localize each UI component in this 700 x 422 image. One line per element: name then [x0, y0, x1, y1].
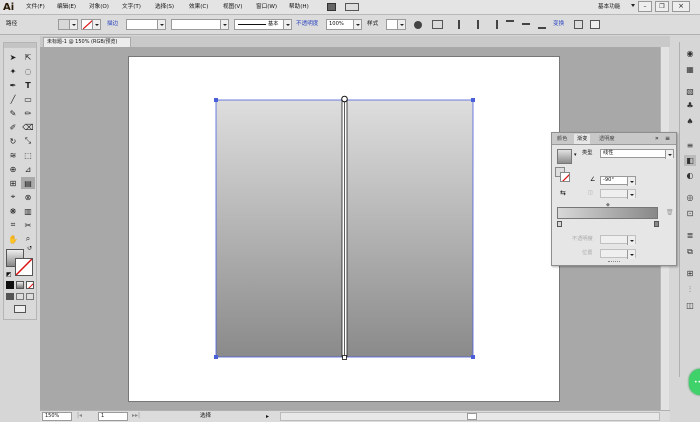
- color-guide-icon[interactable]: ◉: [684, 48, 696, 59]
- shape-builder-icon[interactable]: ⊕: [6, 163, 20, 175]
- pen-icon[interactable]: ✒: [6, 79, 20, 91]
- aspect-field[interactable]: [600, 189, 636, 199]
- panel-options-icon[interactable]: ≡: [665, 135, 670, 142]
- gradient-rectangle-right[interactable]: [344, 99, 474, 358]
- tools-panel-grip[interactable]: [4, 43, 36, 48]
- eraser-icon[interactable]: ⌫: [21, 121, 35, 133]
- free-transform-icon[interactable]: ⬚: [21, 149, 35, 161]
- color-mode-icon[interactable]: [6, 281, 14, 289]
- location-label: 位置: [582, 250, 593, 256]
- pencil-icon[interactable]: ✏: [21, 107, 35, 119]
- eyedropper-icon[interactable]: ⌖: [6, 191, 20, 203]
- align-icon[interactable]: ⫶: [684, 284, 696, 295]
- left-color-stop[interactable]: [557, 221, 562, 227]
- aspect-icon: ◫: [588, 190, 593, 196]
- swap-colors-icon[interactable]: ↺: [27, 245, 32, 252]
- artboard-icon[interactable]: ⌗: [6, 219, 20, 231]
- zoom-field[interactable]: 150%: [42, 412, 72, 421]
- slice-icon[interactable]: ✂: [21, 219, 35, 231]
- line-icon[interactable]: ╱: [6, 93, 20, 105]
- blend-icon[interactable]: ⊗: [21, 191, 35, 203]
- appearance-icon[interactable]: ◎: [684, 192, 696, 203]
- gradient-rectangle-left[interactable]: [215, 99, 345, 358]
- status-bar: 150% |◂ 1 ▸▸| 选择 ▸: [40, 410, 670, 422]
- gradient-icon[interactable]: ▤: [21, 177, 35, 189]
- right-color-stop[interactable]: [654, 221, 659, 227]
- magic-wand-icon[interactable]: ✦: [6, 65, 20, 77]
- warp-icon[interactable]: ≋: [6, 149, 20, 161]
- panel-resize-grip[interactable]: [608, 261, 620, 264]
- screen-mode-icon[interactable]: [14, 305, 26, 313]
- default-colors-icon[interactable]: ◩: [6, 271, 12, 278]
- perspective-icon[interactable]: ⊿: [21, 163, 35, 175]
- floating-assistant-button[interactable]: •••: [689, 369, 700, 395]
- tab-gradient[interactable]: 渐变: [574, 134, 591, 144]
- gradient-panel-icon[interactable]: ◧: [684, 155, 696, 166]
- tab-transparency[interactable]: 透明度: [596, 134, 618, 144]
- draw-behind-icon[interactable]: [16, 293, 24, 300]
- column-graph-icon[interactable]: ▥: [21, 205, 35, 217]
- type-icon[interactable]: T: [21, 79, 35, 91]
- graphic-styles-icon[interactable]: ♠: [684, 116, 696, 127]
- selection-icon[interactable]: ➤: [6, 51, 20, 63]
- paintbrush-icon[interactable]: ✎: [6, 107, 20, 119]
- midpoint-diamond-icon[interactable]: ◆: [606, 202, 610, 208]
- direct-selection-icon[interactable]: ⇱: [21, 51, 35, 63]
- status-menu-icon[interactable]: ▸: [266, 413, 269, 420]
- reverse-gradient-icon[interactable]: ⇆: [560, 189, 566, 197]
- symbols-icon[interactable]: ♣: [684, 100, 696, 111]
- swatches-icon[interactable]: ▦: [684, 64, 696, 75]
- angle-icon: ∠: [590, 176, 596, 183]
- pathfinder-icon[interactable]: ◫: [684, 300, 696, 311]
- gradient-panel-header: 颜色 渐变 透明度 » ≡: [552, 133, 676, 145]
- none-mode-icon[interactable]: [26, 281, 34, 289]
- stroke-indicator-none-icon[interactable]: [560, 172, 570, 182]
- zoom-icon[interactable]: ⌕: [21, 233, 35, 245]
- graphic-style-panel-icon[interactable]: ⊡: [684, 208, 696, 219]
- brushes-icon[interactable]: ▧: [684, 86, 696, 97]
- opacity-label: 不透明度: [572, 236, 593, 242]
- gradient-panel: 颜色 渐变 透明度 » ≡ ▾ 类型 线性 ∠ -90° ⇆ ◫ ◆ 🗑 不透明…: [551, 132, 677, 266]
- symbol-sprayer-icon[interactable]: ❋: [6, 205, 20, 217]
- panel-dock: ◉ ▦ ▧ ♣ ♠ ≡ ◧ ◐ ◎ ⊡ ≣ ⧉ ⊞ ⫶ ◫: [679, 42, 700, 377]
- tab-color[interactable]: 颜色: [554, 134, 570, 144]
- gradient-mode-icon[interactable]: [16, 281, 24, 289]
- gradient-slider[interactable]: [557, 207, 658, 219]
- artboard-number-field[interactable]: 1: [98, 412, 128, 421]
- scale-icon[interactable]: ⤡: [21, 135, 35, 147]
- tools-panel: ➤ ⇱ ✦ ◌ ✒ T ╱ ▭ ✎ ✏ ✐ ⌫ ↻ ⤡ ≋ ⬚ ⊕ ⊿ ⊞ ▤ …: [3, 42, 37, 320]
- transparency-icon[interactable]: ◐: [684, 170, 696, 181]
- first-artboard-icon[interactable]: |◂: [77, 412, 82, 419]
- angle-field[interactable]: -90°: [600, 176, 636, 186]
- type-label: 类型: [582, 150, 593, 156]
- horizontal-scrollbar[interactable]: [280, 412, 660, 421]
- transform-icon[interactable]: ⊞: [684, 268, 696, 279]
- rotate-icon[interactable]: ↻: [6, 135, 20, 147]
- more-dots-icon: •••: [694, 379, 700, 386]
- lasso-icon[interactable]: ◌: [21, 65, 35, 77]
- blob-brush-icon[interactable]: ✐: [6, 121, 20, 133]
- stop-location-field[interactable]: [600, 249, 636, 259]
- stroke-icon[interactable]: ≡: [684, 140, 696, 151]
- delete-stop-icon[interactable]: 🗑: [666, 209, 674, 216]
- stop-opacity-field[interactable]: [600, 235, 636, 245]
- rectangle-icon[interactable]: ▭: [21, 93, 35, 105]
- horizontal-scroll-thumb[interactable]: [467, 413, 477, 420]
- draw-normal-icon[interactable]: [6, 293, 14, 300]
- gradient-annotator[interactable]: [341, 95, 348, 360]
- stroke-color-icon[interactable]: [15, 258, 33, 276]
- draw-inside-icon[interactable]: [26, 293, 34, 300]
- gradient-preview-swatch[interactable]: [557, 149, 572, 164]
- collapse-panel-icon[interactable]: »: [655, 135, 659, 142]
- current-tool-info: 选择: [200, 413, 212, 419]
- gradient-type-select[interactable]: 线性: [600, 149, 674, 159]
- hand-icon[interactable]: ✋: [6, 233, 20, 245]
- gradient-preset-dropdown-icon[interactable]: ▾: [574, 152, 577, 158]
- artboards-icon[interactable]: ⧉: [684, 246, 696, 257]
- next-artboard-icon[interactable]: ▸▸|: [132, 412, 140, 419]
- layers-icon[interactable]: ≣: [684, 230, 696, 241]
- mesh-icon[interactable]: ⊞: [6, 177, 20, 189]
